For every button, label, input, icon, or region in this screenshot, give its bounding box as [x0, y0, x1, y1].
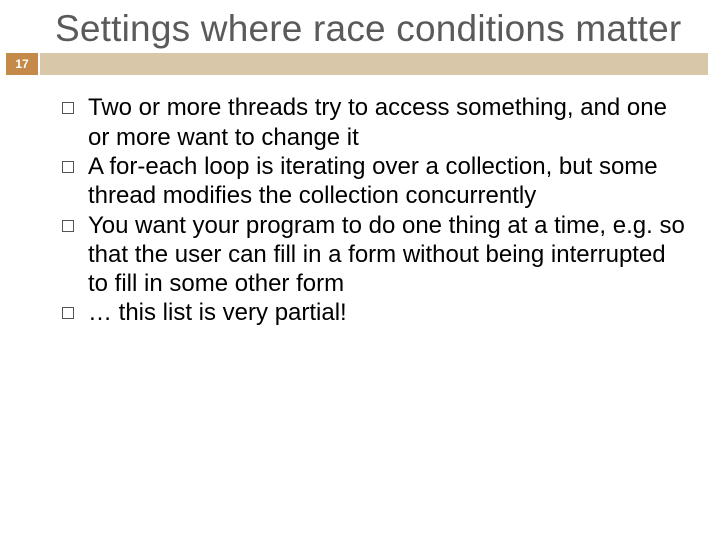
list-item: … this list is very partial!	[62, 298, 690, 327]
list-item: Two or more threads try to access someth…	[62, 93, 690, 152]
slide-title: Settings where race conditions matter	[55, 8, 720, 49]
accent-bar	[40, 53, 708, 75]
bullet-text: … this list is very partial!	[88, 298, 347, 327]
title-underline-bar: 17	[0, 53, 720, 75]
square-bullet-icon	[62, 307, 74, 319]
square-bullet-icon	[62, 161, 74, 173]
title-block: Settings where race conditions matter	[0, 0, 720, 51]
square-bullet-icon	[62, 102, 74, 114]
list-item: You want your program to do one thing at…	[62, 211, 690, 299]
bullet-text: A for-each loop is iterating over a coll…	[88, 152, 690, 211]
slide-number-badge: 17	[6, 53, 38, 75]
square-bullet-icon	[62, 220, 74, 232]
slide: Settings where race conditions matter 17…	[0, 0, 720, 540]
content-area: Two or more threads try to access someth…	[0, 75, 720, 327]
bullet-text: Two or more threads try to access someth…	[88, 93, 690, 152]
list-item: A for-each loop is iterating over a coll…	[62, 152, 690, 211]
bullet-text: You want your program to do one thing at…	[88, 211, 690, 299]
